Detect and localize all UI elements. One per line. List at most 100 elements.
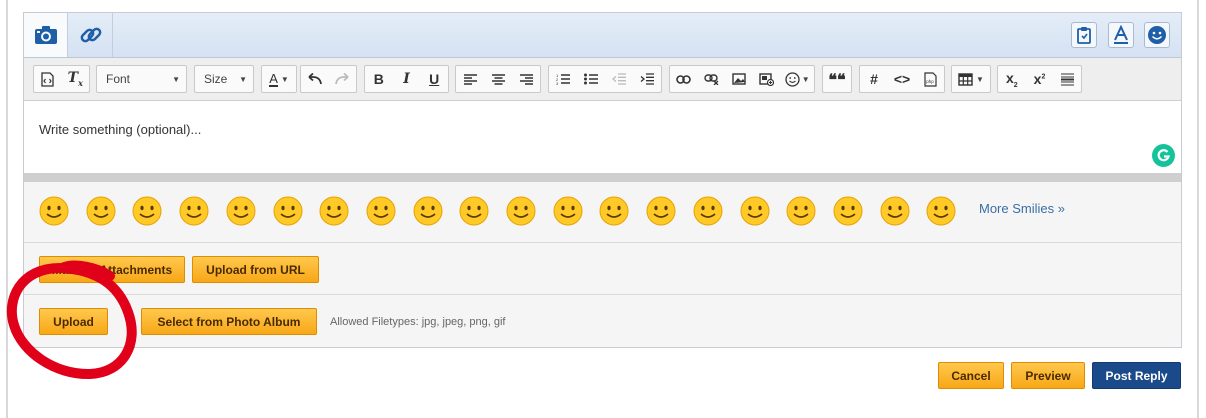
message-placeholder: Write something (optional)... bbox=[39, 122, 202, 137]
tab-link[interactable] bbox=[69, 13, 113, 57]
attachments-row: Manage Attachments Upload from URL bbox=[24, 243, 1181, 295]
smiley-20-icon[interactable]: 😋 bbox=[925, 195, 957, 227]
manage-attachments-button[interactable]: Manage Attachments bbox=[39, 256, 185, 283]
italic-button[interactable]: I bbox=[393, 66, 421, 92]
undo-button[interactable] bbox=[301, 66, 329, 92]
page-right-border bbox=[1197, 0, 1199, 418]
align-center-button[interactable] bbox=[484, 66, 512, 92]
superscript-icon: x2 bbox=[1033, 71, 1046, 87]
upload-button[interactable]: Upload bbox=[39, 308, 108, 335]
smiley-19-icon[interactable]: 😚 bbox=[879, 195, 911, 227]
media-icon bbox=[759, 72, 775, 86]
smiley-6-icon[interactable]: 😀 bbox=[272, 195, 304, 227]
chevron-down-icon: ▼ bbox=[976, 74, 984, 84]
smiley-18-icon[interactable]: 😗 bbox=[832, 195, 864, 227]
smiley-2-icon[interactable]: 😇 bbox=[85, 195, 117, 227]
font-select[interactable]: Font ▼ bbox=[96, 65, 187, 93]
subscript-button[interactable]: x2 bbox=[998, 66, 1026, 92]
insert-link-button[interactable] bbox=[670, 66, 698, 92]
allowed-filetypes-text: Allowed Filetypes: jpg, jpeg, png, gif bbox=[330, 316, 506, 328]
remove-format-button[interactable]: Tx bbox=[62, 66, 90, 92]
indent-button[interactable] bbox=[633, 66, 661, 92]
chevron-down-icon: ▼ bbox=[172, 74, 180, 84]
redo-icon bbox=[335, 73, 349, 85]
size-select-label: Size bbox=[204, 72, 228, 86]
align-left-icon bbox=[463, 73, 477, 85]
toolbar-group-text-style: B I U bbox=[364, 65, 449, 93]
superscript-button[interactable]: x2 bbox=[1026, 66, 1054, 92]
toolbar-group-script: x2 x2 bbox=[997, 65, 1082, 93]
underline-button[interactable]: U bbox=[420, 66, 448, 92]
toolbar-group-source: Tx bbox=[33, 65, 90, 93]
smiley-12-icon[interactable]: 😂 bbox=[552, 195, 584, 227]
smiley-icon bbox=[1148, 26, 1166, 44]
camera-icon bbox=[34, 26, 57, 44]
preview-button[interactable]: Preview bbox=[1011, 362, 1085, 389]
php-file-icon: php bbox=[923, 71, 937, 87]
horizontal-rule-button[interactable] bbox=[1053, 66, 1081, 92]
smiley-15-icon[interactable]: 😌 bbox=[692, 195, 724, 227]
blockquote-button[interactable]: ❝❝ bbox=[823, 66, 851, 92]
outdent-button[interactable] bbox=[605, 66, 633, 92]
tab-photo[interactable] bbox=[24, 13, 68, 57]
smiley-1-icon[interactable]: 😊 bbox=[38, 195, 70, 227]
smiley-7-icon[interactable]: 😃 bbox=[318, 195, 350, 227]
code-button[interactable]: <> bbox=[888, 66, 916, 92]
smiley-10-icon[interactable]: 😆 bbox=[458, 195, 490, 227]
smiley-11-icon[interactable]: 😅 bbox=[505, 195, 537, 227]
text-color-icon: A bbox=[269, 70, 278, 87]
smiley-5-icon[interactable]: 😉 bbox=[225, 195, 257, 227]
smiley-14-icon[interactable]: ☺️ bbox=[645, 195, 677, 227]
smiley-13-icon[interactable]: 🤣 bbox=[598, 195, 630, 227]
smiley-button[interactable] bbox=[1144, 22, 1170, 48]
insert-table-button[interactable]: ▼ bbox=[951, 65, 991, 93]
font-select-label: Font bbox=[106, 72, 131, 86]
smiley-icon bbox=[785, 71, 800, 87]
toolbar-group-history bbox=[300, 65, 357, 93]
chevron-down-icon: ▼ bbox=[801, 74, 810, 84]
editor-resize-handle[interactable] bbox=[24, 173, 1181, 182]
text-color-button[interactable]: A ▼ bbox=[261, 65, 297, 93]
insert-smiley-button[interactable]: ▼ bbox=[780, 66, 814, 92]
smiley-16-icon[interactable]: 😍 bbox=[739, 195, 771, 227]
reply-editor: Tx Font ▼ Size ▼ A ▼ B I U 1 2 3 ▼ ❝❝ # … bbox=[23, 12, 1182, 348]
smiley-8-icon[interactable]: 😄 bbox=[365, 195, 397, 227]
page-left-border bbox=[6, 0, 8, 418]
table-icon bbox=[958, 72, 973, 86]
message-textarea[interactable] bbox=[24, 101, 1181, 184]
unordered-list-button[interactable] bbox=[577, 66, 605, 92]
source-icon bbox=[41, 71, 54, 87]
insert-image-button[interactable] bbox=[725, 66, 753, 92]
ordered-list-button[interactable]: 123 bbox=[549, 66, 577, 92]
insert-media-button[interactable] bbox=[753, 66, 781, 92]
redo-button[interactable] bbox=[329, 66, 357, 92]
upload-row: Upload Select from Photo Album Allowed F… bbox=[24, 295, 1181, 347]
unordered-list-icon bbox=[584, 73, 598, 85]
text-format-button[interactable] bbox=[1108, 22, 1134, 48]
smiley-3-icon[interactable]: 🙂 bbox=[131, 195, 163, 227]
unlink-button[interactable] bbox=[698, 66, 726, 92]
image-icon bbox=[732, 73, 746, 85]
smiley-9-icon[interactable]: 😁 bbox=[412, 195, 444, 227]
align-left-button[interactable] bbox=[456, 66, 484, 92]
cancel-button[interactable]: Cancel bbox=[938, 362, 1004, 389]
select-photo-album-button[interactable]: Select from Photo Album bbox=[141, 308, 317, 335]
text-format-icon bbox=[1114, 25, 1128, 44]
upload-from-url-button[interactable]: Upload from URL bbox=[192, 256, 319, 283]
smilies-bar: 😊 😇 🙂 🙃 😉 😀 😃 😄 😁 😆 😅 😂 🤣 ☺️ 😌 😍 😘 😗 😚 😋 More Smilies » bbox=[24, 182, 1181, 243]
post-reply-button[interactable]: Post Reply bbox=[1092, 362, 1181, 389]
align-right-button[interactable] bbox=[512, 66, 540, 92]
align-center-icon bbox=[491, 73, 505, 85]
clipboard-button[interactable] bbox=[1071, 22, 1097, 48]
smiley-4-icon[interactable]: 🙃 bbox=[178, 195, 210, 227]
grammarly-button[interactable] bbox=[1152, 144, 1175, 167]
unlink-icon bbox=[704, 73, 719, 85]
bold-button[interactable]: B bbox=[365, 66, 393, 92]
more-smilies-link[interactable]: More Smilies » bbox=[979, 201, 1065, 216]
smiley-17-icon[interactable]: 😘 bbox=[785, 195, 817, 227]
source-button[interactable] bbox=[34, 66, 62, 92]
toolbar-group-lists: 123 bbox=[548, 65, 662, 93]
hashtag-button[interactable]: # bbox=[860, 66, 888, 92]
php-button[interactable]: php bbox=[916, 66, 944, 92]
size-select[interactable]: Size ▼ bbox=[194, 65, 254, 93]
